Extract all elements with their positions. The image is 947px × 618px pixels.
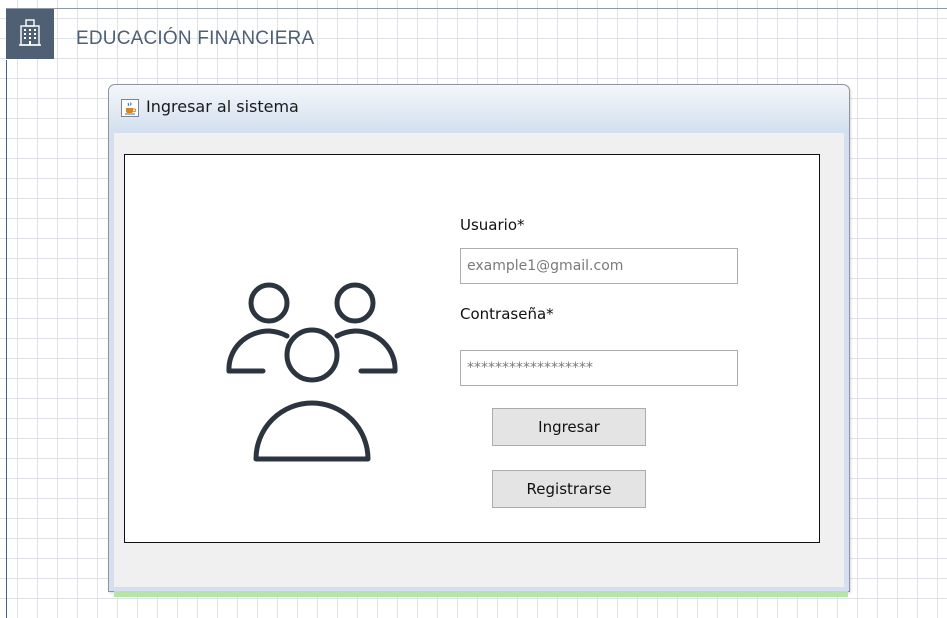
java-cup-icon (121, 99, 139, 117)
window-content: Usuario* Contraseña* Ingresar Registrars… (114, 133, 844, 587)
username-label: Usuario* (460, 216, 525, 234)
password-field[interactable] (460, 350, 738, 386)
building-icon (18, 17, 42, 51)
register-button[interactable]: Registrarse (492, 470, 646, 508)
users-group-icon (225, 275, 405, 469)
app-title: EDUCACIÓN FINANCIERA (76, 28, 315, 49)
canvas-left-border (6, 60, 7, 618)
login-window: Ingresar al sistema Usuario* example1@gm… (108, 84, 850, 592)
login-panel: Usuario* Contraseña* Ingresar Registrars… (124, 154, 820, 543)
window-bottom-strip (114, 591, 848, 597)
canvas-top-border (6, 8, 947, 9)
password-label: Contraseña* (460, 305, 554, 323)
app-header-tab (6, 9, 54, 59)
username-field[interactable] (460, 248, 738, 284)
window-title: Ingresar al sistema (146, 97, 299, 116)
login-button[interactable]: Ingresar (492, 408, 646, 446)
